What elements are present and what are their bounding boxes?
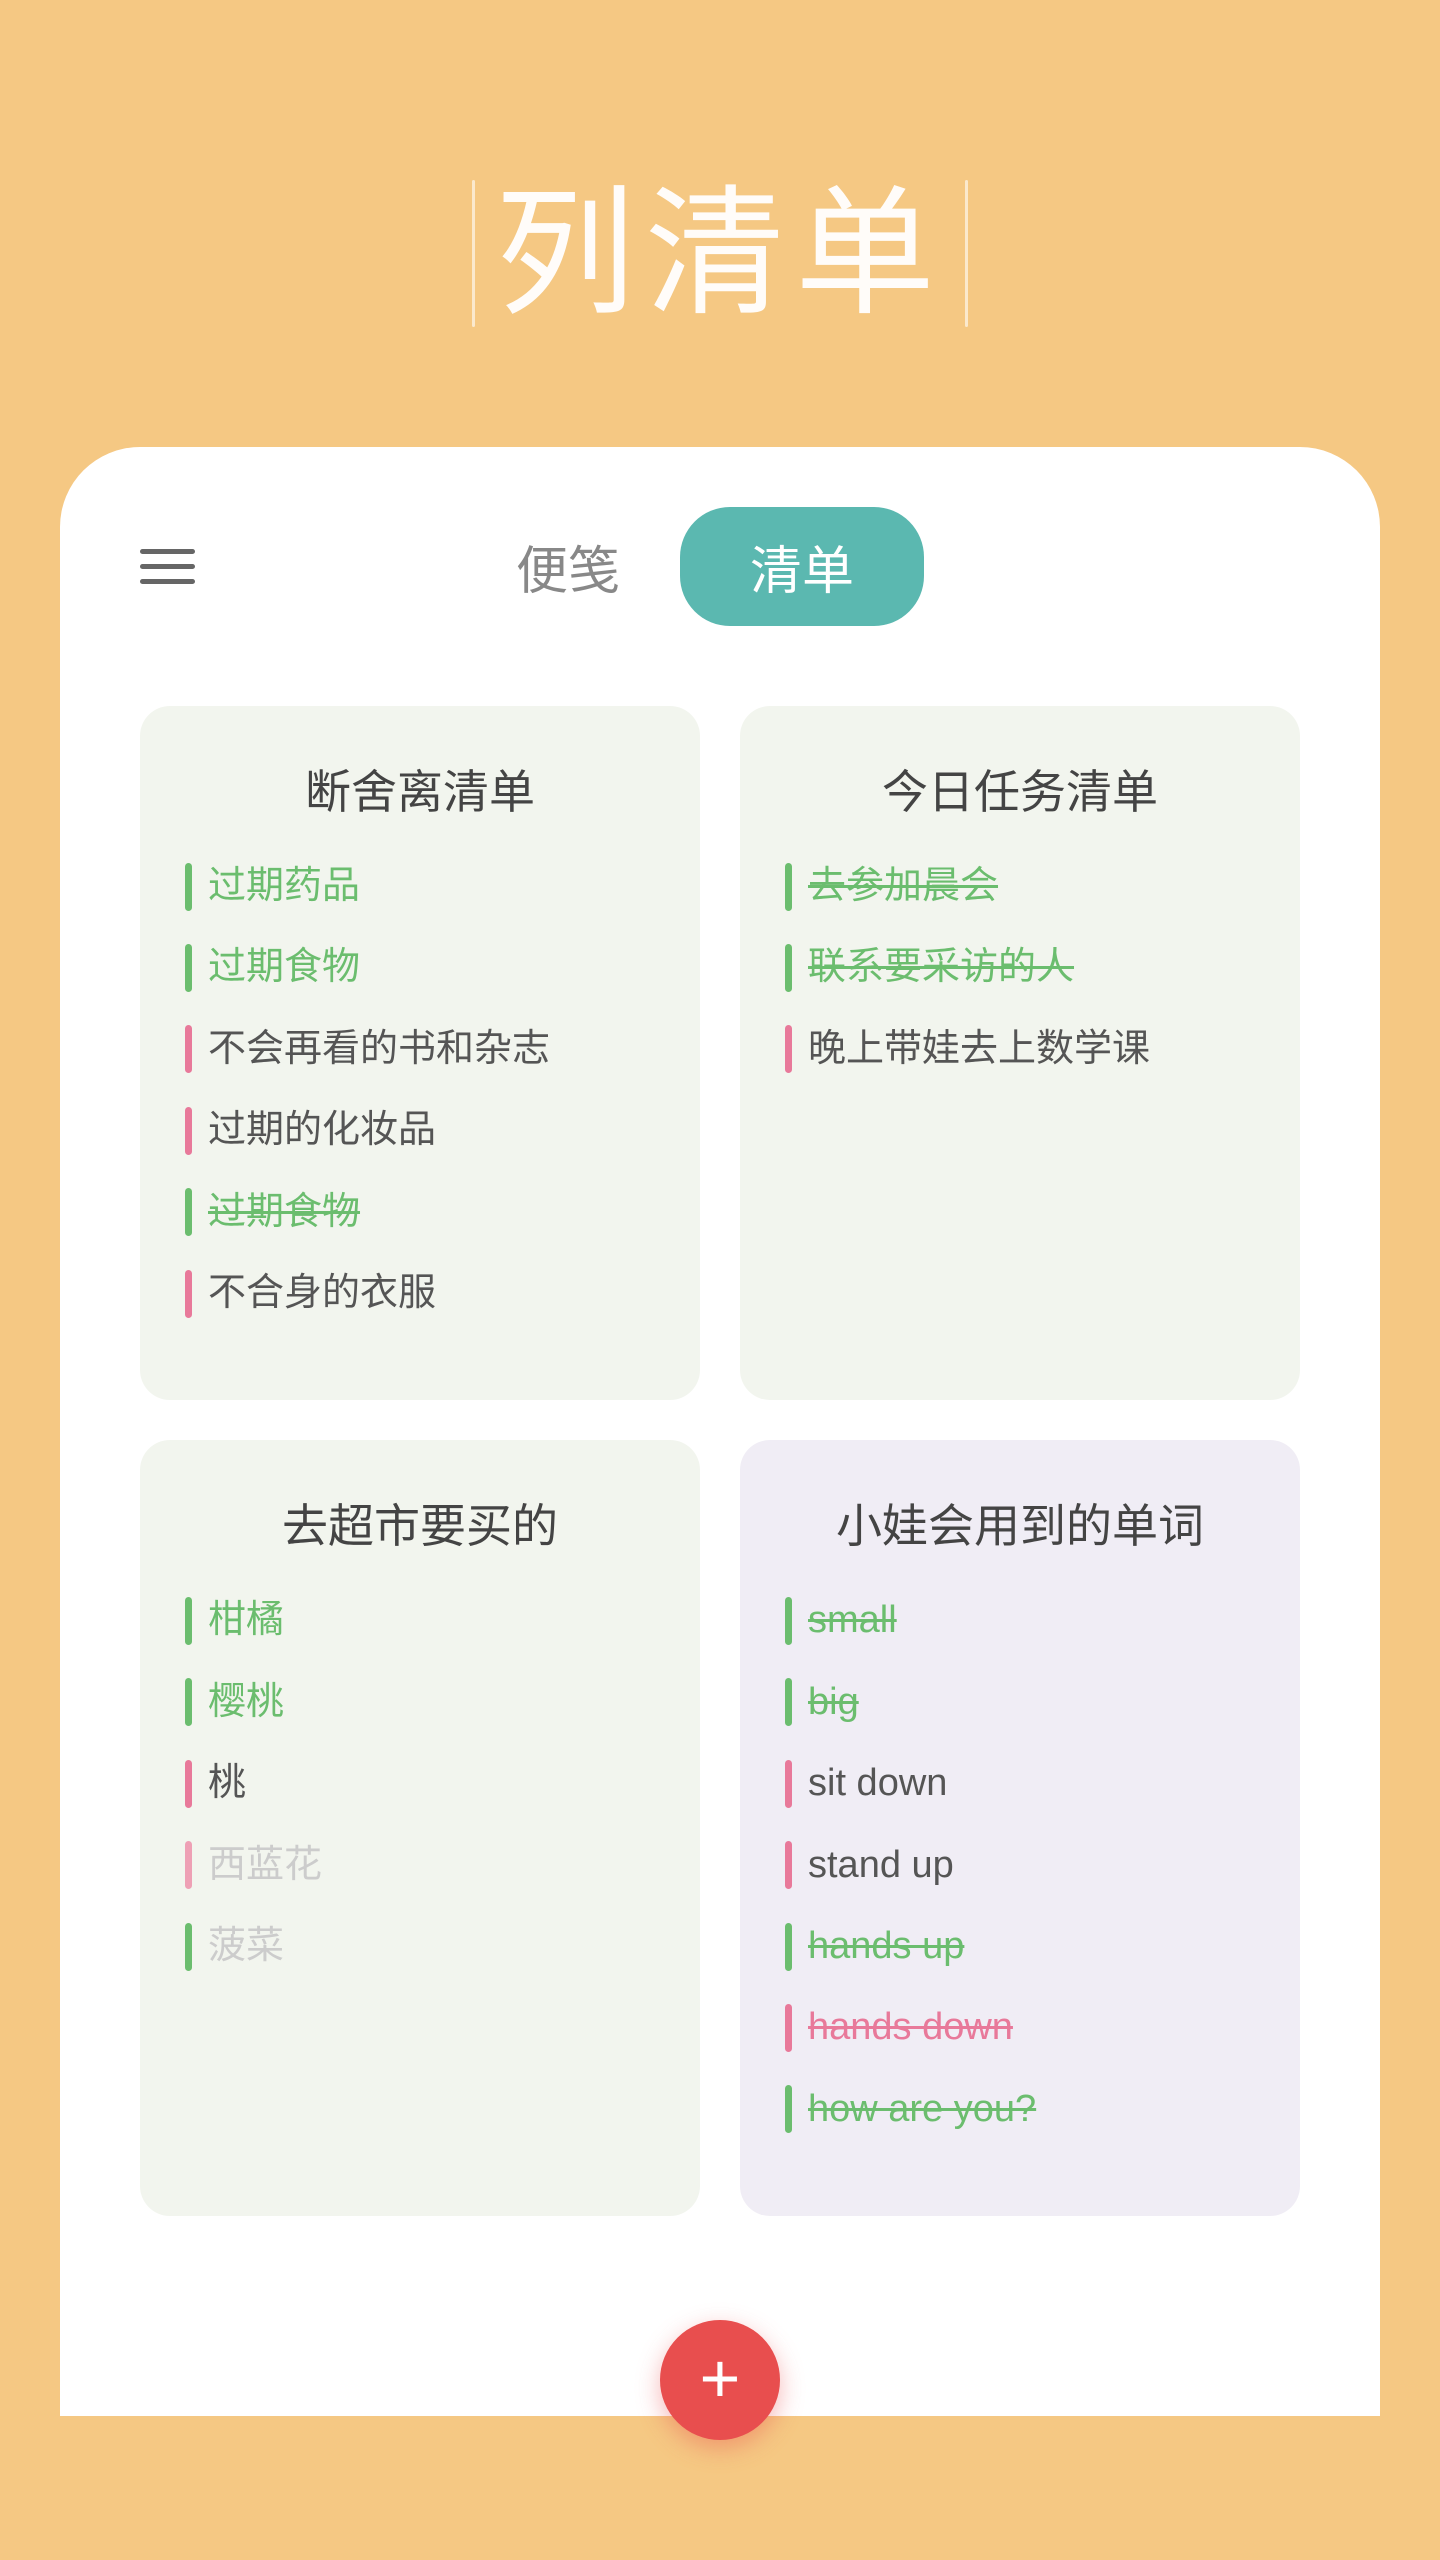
item-bar [185, 1597, 192, 1645]
item-text: 樱桃 [208, 1678, 284, 1727]
item-text: 联系要采访的人 [808, 943, 1074, 992]
item-text: 过期食物 [208, 1188, 360, 1237]
item-text: 菠菜 [208, 1922, 284, 1971]
list-card-declutter: 断舍离清单 过期药品 过期食物 不会再看的书和杂志 过期的化妆品 过期食物 [140, 706, 700, 1400]
list-item-sit-down: sit down [785, 1759, 1255, 1808]
item-bar [185, 1025, 192, 1073]
list-item: 樱桃 [185, 1678, 655, 1727]
item-bar [185, 1107, 192, 1155]
item-bar [185, 1841, 192, 1889]
list-item: 晚上带娃去上数学课 [785, 1025, 1255, 1074]
item-text: 桃 [208, 1759, 246, 1808]
list-item: stand up [785, 1841, 1255, 1890]
page-title: 列清单 [495, 180, 945, 327]
item-bar [185, 1923, 192, 1971]
list-title-today-tasks: 今日任务清单 [785, 756, 1255, 822]
item-text: 过期药品 [208, 862, 360, 911]
list-title-supermarket: 去超市要买的 [185, 1490, 655, 1556]
item-bar [185, 1760, 192, 1808]
list-card-words: 小娃会用到的单词 small big sit down stand up han… [740, 1440, 1300, 2216]
list-item: how are you? [785, 2085, 1255, 2134]
main-card: 便笺 清单 断舍离清单 过期药品 过期食物 不会再看的书和杂志 过期的化妆品 [60, 447, 1380, 2416]
item-bar [185, 1188, 192, 1236]
item-bar [785, 1597, 792, 1645]
item-text: 晚上带娃去上数学课 [808, 1025, 1150, 1074]
item-text: how are you? [808, 2085, 1036, 2134]
list-item: 柑橘 [185, 1596, 655, 1645]
item-bar [185, 1270, 192, 1318]
list-item: small [785, 1596, 1255, 1645]
list-item: 联系要采访的人 [785, 943, 1255, 992]
list-item: 桃 [185, 1759, 655, 1808]
tab-list[interactable]: 清单 [680, 507, 924, 626]
list-item: 西蓝花 [185, 1841, 655, 1890]
item-bar [785, 863, 792, 911]
list-item: 过期食物 [185, 943, 655, 992]
list-title-words: 小娃会用到的单词 [785, 1490, 1255, 1556]
nav-bar: 便笺 清单 [140, 507, 1300, 626]
item-bar [785, 2004, 792, 2052]
item-bar [785, 2085, 792, 2133]
item-bar [185, 863, 192, 911]
lists-grid: 断舍离清单 过期药品 过期食物 不会再看的书和杂志 过期的化妆品 过期食物 [140, 706, 1300, 2216]
list-item: hands down [785, 2003, 1255, 2052]
item-text: 去参加晨会 [808, 862, 998, 911]
item-text: 过期的化妆品 [208, 1106, 436, 1155]
menu-line-1 [140, 549, 195, 554]
list-item: 过期的化妆品 [185, 1106, 655, 1155]
item-bar [785, 1678, 792, 1726]
list-item: 菠菜 [185, 1922, 655, 1971]
menu-button[interactable] [140, 549, 195, 584]
tab-note[interactable]: 便笺 [516, 529, 620, 604]
title-decoration: 列清单 [472, 180, 968, 327]
header-area: 列清单 [0, 0, 1440, 447]
list-card-today-tasks: 今日任务清单 去参加晨会 联系要采访的人 晚上带娃去上数学课 [740, 706, 1300, 1400]
list-item: 不会再看的书和杂志 [185, 1025, 655, 1074]
item-text: stand up [808, 1841, 954, 1890]
item-text: 西蓝花 [208, 1841, 322, 1890]
list-item: big [785, 1678, 1255, 1727]
item-bar [785, 1760, 792, 1808]
list-card-supermarket: 去超市要买的 柑橘 樱桃 桃 西蓝花 菠菜 [140, 1440, 700, 2216]
menu-line-3 [140, 579, 195, 584]
item-bar [785, 1025, 792, 1073]
item-bar [785, 944, 792, 992]
item-text: small [808, 1596, 897, 1645]
item-text: hands up [808, 1922, 964, 1971]
item-bar [785, 1841, 792, 1889]
list-item: 去参加晨会 [785, 862, 1255, 911]
list-item: 不合身的衣服 [185, 1269, 655, 1318]
title-line-left [472, 180, 475, 327]
item-bar [185, 944, 192, 992]
title-line-right [965, 180, 968, 327]
item-bar [785, 1923, 792, 1971]
item-text: hands down [808, 2003, 1013, 2052]
item-text: 不合身的衣服 [208, 1269, 436, 1318]
add-button[interactable]: + [660, 2320, 780, 2440]
item-text-sit-down: sit down [808, 1759, 947, 1808]
menu-line-2 [140, 564, 195, 569]
list-item: hands up [785, 1922, 1255, 1971]
list-item: 过期食物 [185, 1188, 655, 1237]
item-bar [185, 1678, 192, 1726]
list-item: 过期药品 [185, 862, 655, 911]
add-icon: + [700, 2343, 741, 2413]
item-text: 柑橘 [208, 1596, 284, 1645]
item-text: 过期食物 [208, 943, 360, 992]
item-text: 不会再看的书和杂志 [208, 1025, 550, 1074]
list-title-declutter: 断舍离清单 [185, 756, 655, 822]
item-text: big [808, 1678, 859, 1727]
